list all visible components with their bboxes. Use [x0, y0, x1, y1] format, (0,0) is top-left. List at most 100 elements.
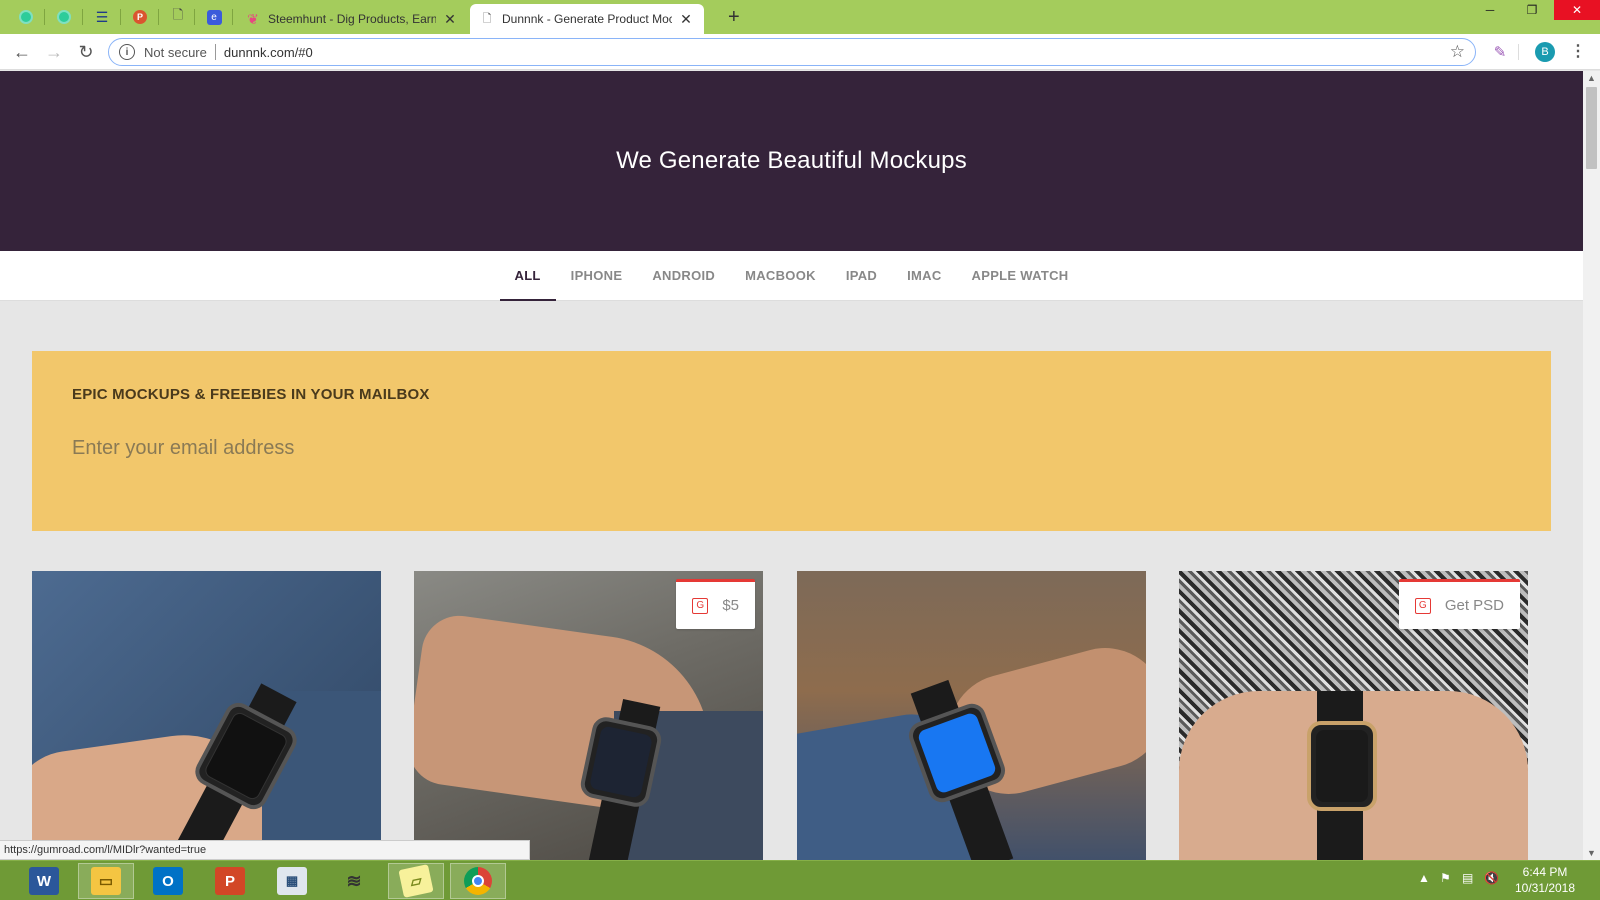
steemhunt-icon: ❦: [247, 10, 259, 27]
vertical-scrollbar[interactable]: ▲ ▼: [1583, 71, 1600, 860]
new-tab-button[interactable]: +: [728, 6, 740, 29]
pen-extension-icon[interactable]: ✎: [1490, 42, 1510, 62]
category-android[interactable]: ANDROID: [637, 251, 730, 300]
taskbar-powerpoint[interactable]: P: [202, 863, 258, 899]
circle-app-icon: [19, 10, 33, 24]
pinned-tab-6[interactable]: e: [202, 6, 226, 28]
price-label: Get PSD: [1444, 597, 1504, 614]
omnibox-divider: [214, 44, 216, 60]
page-viewport: We Generate Beautiful Mockups ALL IPHONE…: [0, 71, 1583, 860]
email-input[interactable]: [72, 431, 772, 465]
toolbar-divider: [1518, 44, 1519, 60]
forward-button[interactable]: →: [42, 40, 66, 64]
producthunt-icon: P: [133, 10, 147, 24]
info-icon[interactable]: i: [119, 44, 135, 60]
taskbar-clock[interactable]: 6:44 PM 10/31/2018: [1500, 864, 1590, 896]
folder-icon: ▭: [91, 867, 121, 895]
price-badge[interactable]: G $5: [676, 579, 755, 629]
menu-kebab-icon[interactable]: ⋮: [1570, 42, 1586, 62]
tab-title: Steemhunt - Dig Products, Earn S: [268, 12, 436, 26]
category-all[interactable]: ALL: [499, 251, 556, 301]
reload-button[interactable]: ↻: [74, 40, 98, 64]
tray-chevron-icon[interactable]: ▲: [1418, 871, 1430, 885]
category-nav: ALL IPHONE ANDROID MACBOOK IPAD IMAC APP…: [0, 251, 1583, 301]
back-button[interactable]: ←: [10, 40, 34, 64]
scroll-up-icon[interactable]: ▲: [1587, 73, 1596, 83]
close-window-button[interactable]: ✕: [1554, 0, 1600, 20]
list-icon: ☰: [95, 8, 109, 25]
taskbar-calculator[interactable]: ▦: [264, 863, 320, 899]
tab-separator: [194, 9, 195, 25]
pinned-tab-4[interactable]: P: [128, 6, 152, 28]
address-bar[interactable]: i Not secure dunnnk.com/#0 ☆: [108, 38, 1476, 66]
pinned-tab-1[interactable]: [14, 6, 38, 28]
mockup-card-4[interactable]: G Get PSD: [1179, 571, 1528, 860]
mockup-card-1[interactable]: [32, 571, 381, 860]
pinned-tab-3[interactable]: ☰: [90, 6, 114, 28]
newsletter-signup: EPIC MOCKUPS & FREEBIES IN YOUR MAILBOX: [32, 351, 1551, 531]
minimize-button[interactable]: ─: [1468, 0, 1512, 20]
sticky-note-icon: ▱: [398, 864, 434, 898]
scroll-down-icon[interactable]: ▼: [1587, 848, 1596, 858]
taskbar-outlook[interactable]: O: [140, 863, 196, 899]
chrome-center-dot: [472, 875, 484, 887]
layers-icon: ≋: [346, 870, 362, 891]
category-iphone[interactable]: IPHONE: [556, 251, 638, 300]
mockup-image: [32, 571, 381, 860]
watch-screen: [1316, 730, 1368, 802]
bookmark-star-icon[interactable]: ☆: [1450, 42, 1465, 62]
word-icon: W: [29, 867, 59, 895]
taskbar-sticky-notes[interactable]: ▱: [388, 863, 444, 899]
chrome-icon: [464, 867, 492, 895]
taskbar-app-layers[interactable]: ≋: [326, 863, 382, 899]
category-ipad[interactable]: IPAD: [831, 251, 892, 300]
close-icon[interactable]: ✕: [442, 11, 458, 28]
profile-avatar[interactable]: B: [1535, 42, 1555, 62]
watch-screen: [916, 711, 998, 795]
pinned-tab-5[interactable]: 🗋: [166, 6, 190, 28]
price-badge[interactable]: G Get PSD: [1398, 579, 1520, 629]
taskbar-chrome[interactable]: [450, 863, 506, 899]
page-icon: 🗋: [172, 7, 184, 22]
tab-separator: [44, 9, 45, 25]
hero-banner: We Generate Beautiful Mockups: [0, 71, 1583, 251]
gumroad-icon: G: [1414, 597, 1431, 614]
clock-time: 6:44 PM: [1522, 865, 1568, 879]
e-app-icon: e: [206, 9, 222, 25]
calculator-icon: ▦: [277, 867, 307, 895]
mockup-image: [797, 571, 1146, 860]
windows-taskbar: W ▭ O P ▦ ≋ ▱ ▲ ⚑ ▤ 🔇 6:44 PM 10/31/2018: [0, 860, 1600, 900]
presentation-icon: P: [215, 867, 245, 895]
mockup-grid: G $5 G Get PSD: [32, 571, 1551, 860]
category-macbook[interactable]: MACBOOK: [730, 251, 831, 300]
tab-steemhunt[interactable]: ❦ Steemhunt - Dig Products, Earn S ✕: [236, 4, 468, 34]
signup-heading: EPIC MOCKUPS & FREEBIES IN YOUR MAILBOX: [72, 386, 430, 403]
outlook-icon: O: [153, 867, 183, 895]
category-imac[interactable]: IMAC: [892, 251, 956, 300]
mockup-card-2[interactable]: G $5: [414, 571, 763, 860]
gumroad-icon: G: [692, 597, 709, 614]
mockup-card-3[interactable]: [797, 571, 1146, 860]
restore-button[interactable]: ❐: [1510, 0, 1554, 20]
close-icon[interactable]: ✕: [678, 11, 694, 28]
tab-separator: [158, 9, 159, 25]
taskbar-file-explorer[interactable]: ▭: [78, 863, 134, 899]
tab-separator: [82, 9, 83, 25]
pinned-tab-2[interactable]: [52, 6, 76, 28]
watch-screen: [588, 725, 654, 799]
circle-app-icon: [57, 10, 71, 24]
category-apple-watch[interactable]: APPLE WATCH: [957, 251, 1084, 300]
volume-muted-icon[interactable]: 🔇: [1484, 871, 1499, 885]
browser-toolbar: ← → ↻ i Not secure dunnnk.com/#0 ☆ ✎ B ⋮: [0, 34, 1600, 70]
browser-tab-strip: ☰ P 🗋 e ❦ Steemhunt - Dig Products, Earn…: [0, 0, 1600, 34]
tab-separator: [232, 9, 233, 25]
tab-dunnnk[interactable]: 🗋 Dunnnk - Generate Product Moc ✕: [470, 4, 704, 34]
flag-alert-icon[interactable]: ⚑: [1440, 871, 1451, 885]
network-icon[interactable]: ▤: [1462, 871, 1473, 885]
scrollbar-thumb[interactable]: [1586, 87, 1597, 169]
taskbar-word[interactable]: W: [16, 863, 72, 899]
status-url-bubble: https://gumroad.com/l/MIDlr?wanted=true: [0, 840, 530, 860]
url-text[interactable]: dunnnk.com/#0: [224, 45, 313, 60]
price-label: $5: [722, 597, 739, 614]
tab-separator: [120, 9, 121, 25]
